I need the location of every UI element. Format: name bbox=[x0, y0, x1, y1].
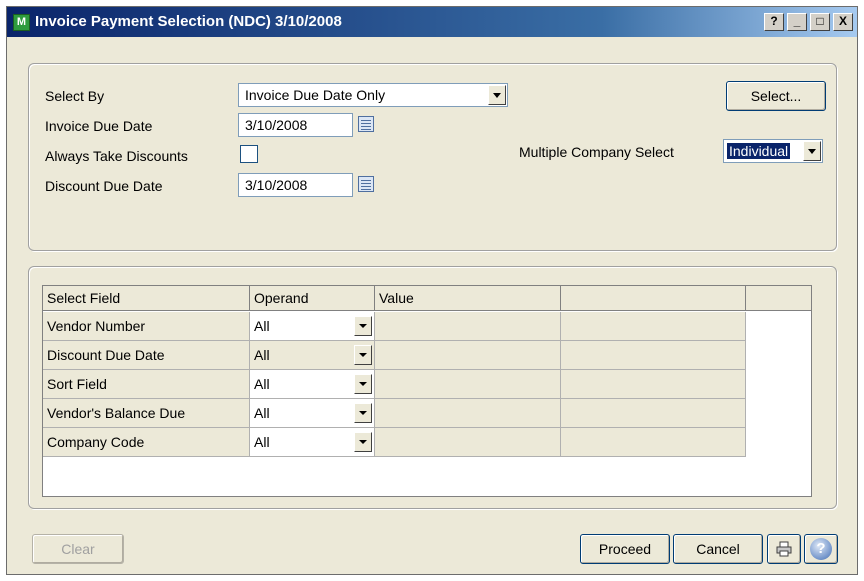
invoice-due-date-field[interactable]: 3/10/2008 bbox=[238, 113, 353, 137]
value-cell[interactable] bbox=[375, 341, 561, 370]
chevron-down-icon[interactable] bbox=[803, 141, 821, 161]
discount-due-date-value: 3/10/2008 bbox=[245, 177, 308, 193]
operand-value: All bbox=[254, 405, 270, 421]
printer-icon bbox=[776, 541, 792, 557]
always-take-discounts-checkbox[interactable] bbox=[240, 145, 258, 163]
operand-cell[interactable]: All bbox=[250, 399, 375, 428]
clear-button[interactable]: Clear bbox=[32, 534, 124, 564]
chevron-down-icon[interactable] bbox=[354, 316, 372, 336]
invoice-due-date-value: 3/10/2008 bbox=[245, 117, 308, 133]
column-header-extra[interactable] bbox=[561, 286, 746, 311]
discount-due-date-label: Discount Due Date bbox=[45, 178, 163, 194]
help-icon: ? bbox=[810, 538, 832, 560]
select-field-cell: Company Code bbox=[43, 428, 250, 457]
maximize-button[interactable]: □ bbox=[810, 13, 830, 31]
chevron-down-icon[interactable] bbox=[354, 345, 372, 365]
select-button-label: Select... bbox=[750, 88, 802, 104]
print-button[interactable] bbox=[767, 534, 801, 564]
cancel-button-label: Cancel bbox=[696, 541, 740, 557]
title-bar[interactable]: M Invoice Payment Selection (NDC) 3/10/2… bbox=[7, 7, 857, 37]
select-field-cell: Vendor's Balance Due bbox=[43, 399, 250, 428]
operand-value: All bbox=[254, 376, 270, 392]
extra-cell bbox=[561, 341, 746, 370]
chevron-down-icon[interactable] bbox=[488, 85, 506, 105]
close-button[interactable]: X bbox=[833, 13, 853, 31]
invoice-payment-selection-window: M Invoice Payment Selection (NDC) 3/10/2… bbox=[6, 6, 858, 575]
column-header-select-field[interactable]: Select Field bbox=[43, 286, 250, 311]
value-cell[interactable] bbox=[375, 428, 561, 457]
operand-value: All bbox=[254, 318, 270, 334]
chevron-down-icon[interactable] bbox=[354, 403, 372, 423]
invoice-due-date-label: Invoice Due Date bbox=[45, 118, 153, 134]
select-by-label: Select By bbox=[45, 88, 105, 104]
proceed-button-label: Proceed bbox=[598, 541, 652, 557]
calendar-icon[interactable] bbox=[358, 176, 374, 192]
operand-value: All bbox=[254, 347, 270, 363]
value-cell[interactable] bbox=[375, 399, 561, 428]
multiple-company-select-dropdown[interactable]: Individual bbox=[723, 139, 823, 163]
operand-cell[interactable]: All bbox=[250, 428, 375, 457]
clear-button-label: Clear bbox=[61, 541, 95, 557]
select-field-cell: Vendor Number bbox=[43, 312, 250, 341]
select-button[interactable]: Select... bbox=[726, 81, 826, 111]
minimize-button[interactable]: _ bbox=[787, 13, 807, 31]
cancel-button[interactable]: Cancel bbox=[673, 534, 763, 564]
multiple-company-select-value: Individual bbox=[727, 143, 791, 159]
value-cell[interactable] bbox=[375, 312, 561, 341]
title-bar-buttons: ? _ □ X bbox=[764, 13, 853, 31]
operand-value: All bbox=[254, 434, 270, 450]
select-by-value: Invoice Due Date Only bbox=[245, 87, 386, 103]
value-cell[interactable] bbox=[375, 370, 561, 399]
operand-cell[interactable]: All bbox=[250, 370, 375, 399]
chevron-down-icon[interactable] bbox=[354, 432, 372, 452]
selection-grid[interactable]: Select Field Operand Value Vendor Number… bbox=[42, 285, 812, 497]
select-by-dropdown[interactable]: Invoice Due Date Only bbox=[238, 83, 508, 107]
context-help-button[interactable]: ? bbox=[764, 13, 784, 31]
grid-header: Select Field Operand Value bbox=[43, 286, 811, 311]
select-field-cell: Discount Due Date bbox=[43, 341, 250, 370]
extra-cell bbox=[561, 312, 746, 341]
window-title: Invoice Payment Selection (NDC) 3/10/200… bbox=[35, 13, 342, 30]
column-header-value[interactable]: Value bbox=[375, 286, 561, 311]
operand-cell[interactable]: All bbox=[250, 312, 375, 341]
column-header-operand[interactable]: Operand bbox=[250, 286, 375, 311]
multiple-company-select-label: Multiple Company Select bbox=[519, 144, 674, 160]
calendar-icon[interactable] bbox=[358, 116, 374, 132]
extra-cell bbox=[561, 370, 746, 399]
discount-due-date-field[interactable]: 3/10/2008 bbox=[238, 173, 353, 197]
proceed-button[interactable]: Proceed bbox=[580, 534, 670, 564]
always-take-discounts-label: Always Take Discounts bbox=[45, 148, 188, 164]
extra-cell bbox=[561, 399, 746, 428]
help-button[interactable]: ? bbox=[804, 534, 838, 564]
chevron-down-icon[interactable] bbox=[354, 374, 372, 394]
operand-cell[interactable]: All bbox=[250, 341, 375, 370]
extra-cell bbox=[561, 428, 746, 457]
select-field-cell: Sort Field bbox=[43, 370, 250, 399]
app-icon[interactable]: M bbox=[13, 14, 30, 31]
